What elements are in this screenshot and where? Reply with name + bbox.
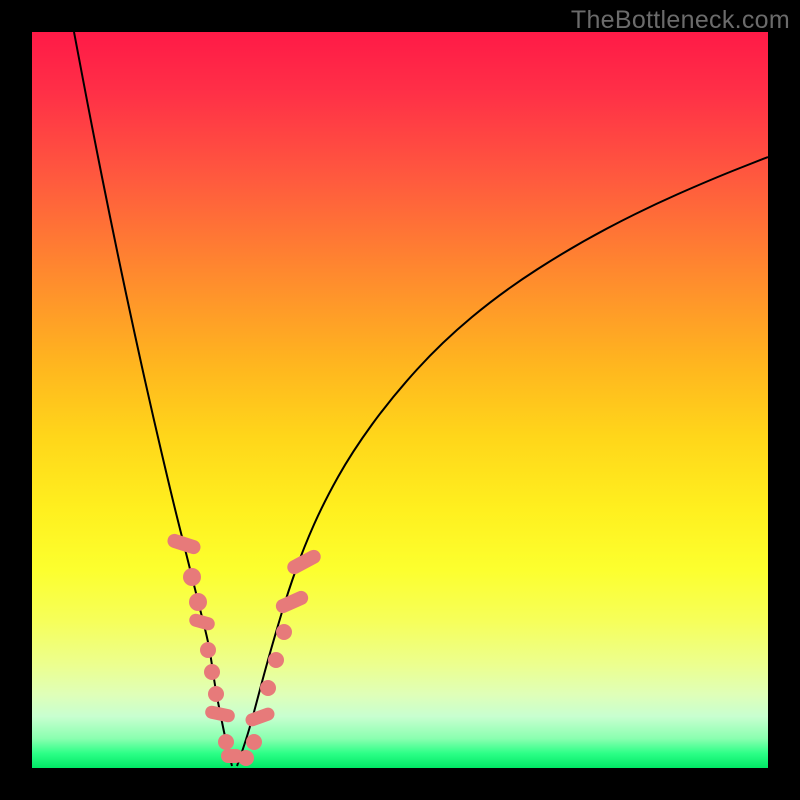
data-marker: [183, 568, 201, 586]
data-marker-pill: [204, 705, 236, 724]
data-marker-pill: [244, 706, 277, 728]
data-marker-pill: [166, 532, 203, 556]
chart-frame: TheBottleneck.com: [0, 0, 800, 800]
data-marker-pill: [274, 589, 311, 616]
data-marker: [204, 664, 220, 680]
data-marker: [246, 734, 262, 750]
data-marker: [238, 750, 254, 766]
watermark-text: TheBottleneck.com: [571, 6, 790, 35]
data-marker: [200, 642, 216, 658]
data-marker: [218, 734, 234, 750]
data-marker: [276, 624, 292, 640]
right-branch-curve: [237, 157, 768, 766]
data-marker: [189, 593, 207, 611]
curve-layer: [32, 32, 768, 768]
plot-area: [32, 32, 768, 768]
data-marker: [260, 680, 276, 696]
data-marker-pill: [285, 547, 323, 576]
data-marker: [268, 652, 284, 668]
data-marker: [208, 686, 224, 702]
